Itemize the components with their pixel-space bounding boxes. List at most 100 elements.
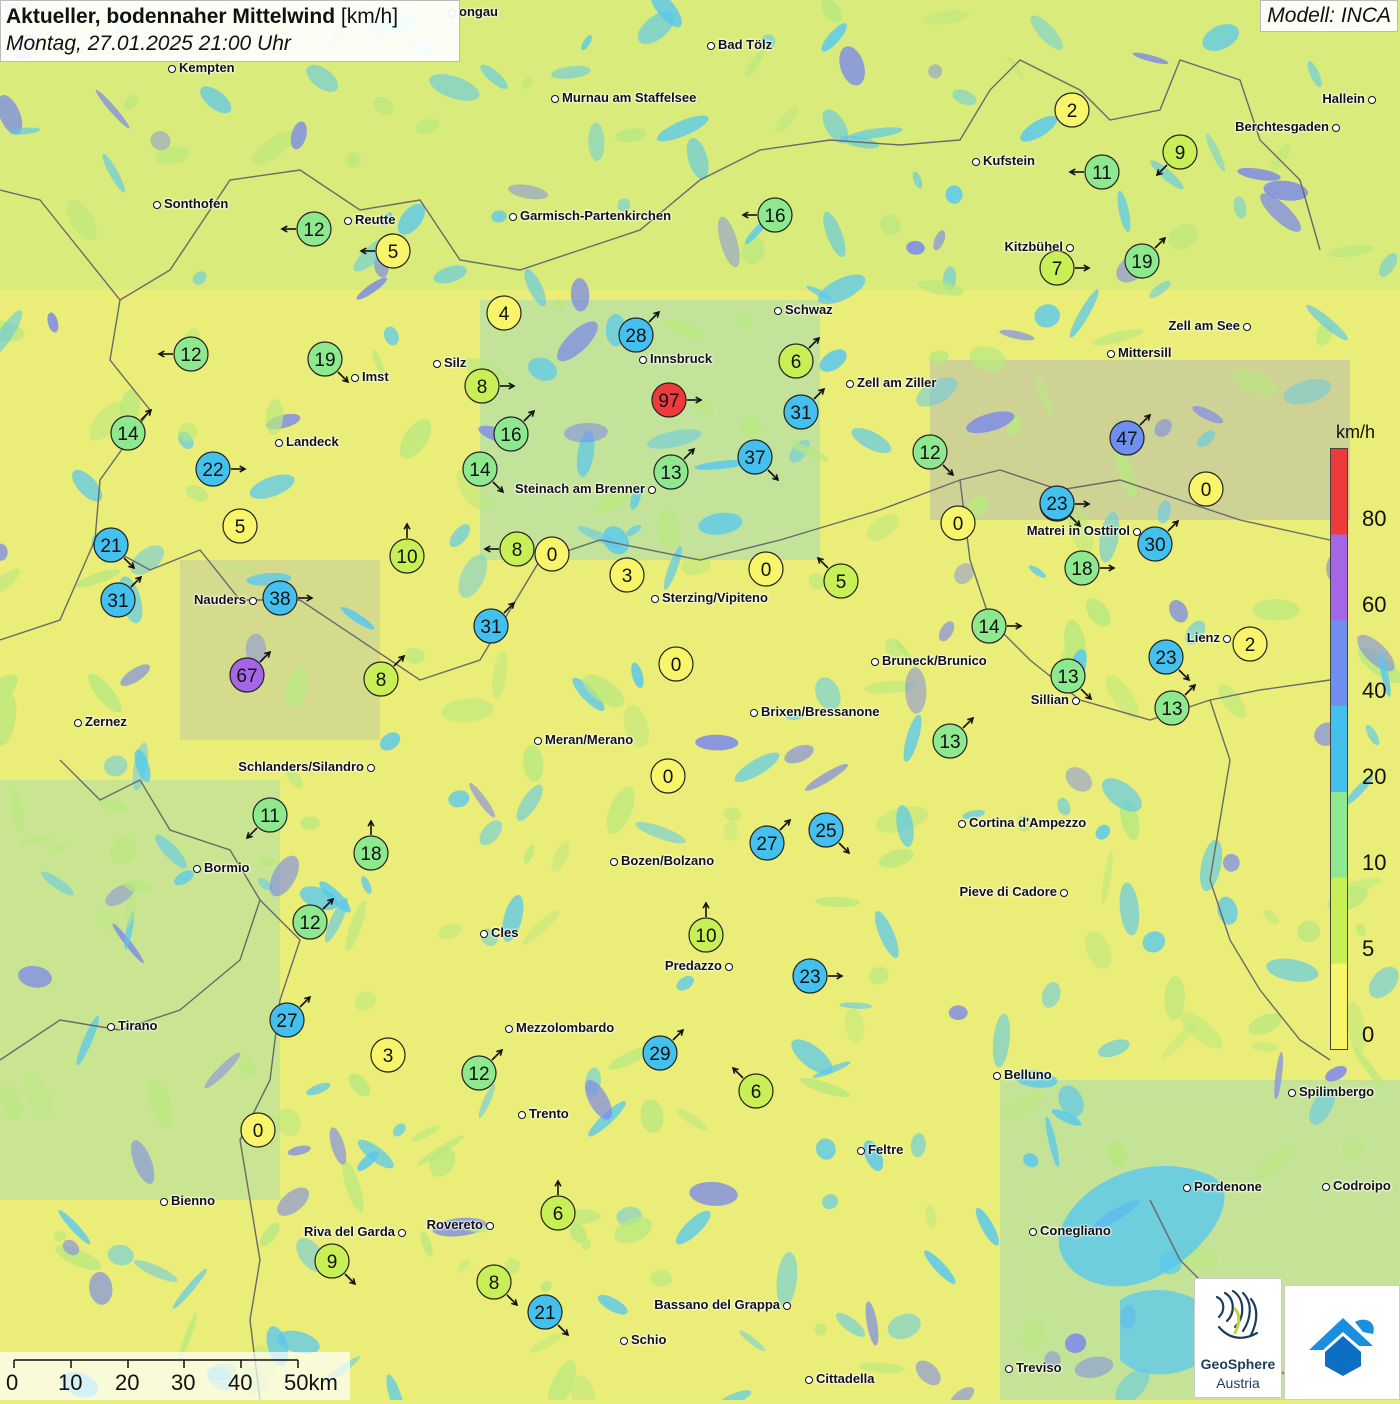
wind-speed-label: 30 bbox=[1144, 535, 1165, 556]
wind-speed-label: 97 bbox=[658, 391, 679, 412]
wind-station[interactable]: 0 bbox=[748, 551, 784, 587]
wind-speed-label: 38 bbox=[269, 589, 290, 610]
city-label: Hallein bbox=[1322, 91, 1365, 106]
city-marker-icon bbox=[871, 658, 879, 666]
wind-speed-label: 5 bbox=[235, 517, 246, 538]
wind-speed-label: 23 bbox=[799, 967, 820, 988]
city-label: Trento bbox=[529, 1106, 569, 1121]
city-marker-icon bbox=[846, 380, 854, 388]
wind-speed-label: 31 bbox=[107, 591, 128, 612]
city-marker-icon bbox=[958, 820, 966, 828]
wind-station[interactable]: 0 bbox=[940, 505, 976, 541]
home-logo[interactable] bbox=[1284, 1285, 1400, 1400]
scale-label-20: 20 bbox=[115, 1370, 140, 1395]
color-legend: km/h 80 60 40 20 10 5 0 bbox=[1328, 420, 1398, 1060]
city-label: Tirano bbox=[118, 1018, 158, 1033]
wind-speed-label: 6 bbox=[791, 352, 802, 373]
wind-station[interactable]: 5 bbox=[222, 508, 258, 544]
wind-speed-label: 0 bbox=[953, 514, 964, 535]
legend-tick-0: 0 bbox=[1362, 1022, 1375, 1047]
city-marker-icon bbox=[486, 1222, 494, 1230]
wind-speed-label: 27 bbox=[756, 834, 777, 855]
wind-station[interactable]: 2 bbox=[1054, 92, 1090, 128]
scale-label-10: 10 bbox=[58, 1370, 83, 1395]
city-label: Silz bbox=[444, 355, 467, 370]
wind-station[interactable]: 2 bbox=[1232, 626, 1268, 662]
wind-station[interactable]: 3 bbox=[609, 557, 645, 593]
wind-speed-label: 12 bbox=[468, 1064, 489, 1085]
wind-station[interactable]: 0 bbox=[650, 758, 686, 794]
city-marker-icon bbox=[193, 865, 201, 873]
wind-speed-label: 21 bbox=[100, 536, 121, 557]
wind-patch bbox=[948, 1005, 968, 1021]
wind-speed-label: 11 bbox=[260, 806, 280, 827]
legend-tick-20: 20 bbox=[1362, 764, 1387, 789]
city-marker-icon bbox=[480, 930, 488, 938]
home-arrow-icon bbox=[1309, 1318, 1374, 1376]
wind-station[interactable]: 4 bbox=[486, 295, 522, 331]
city-label: Nauders bbox=[193, 592, 246, 607]
legend-tick-60: 60 bbox=[1362, 592, 1387, 617]
logo-line1: GeoSphere bbox=[1200, 1356, 1276, 1372]
city-marker-icon bbox=[750, 709, 758, 717]
geosphere-logo[interactable]: GeoSphere Austria bbox=[1194, 1278, 1282, 1398]
city-marker-icon bbox=[774, 307, 782, 315]
scale-bar: 0 10 20 30 40 50km bbox=[0, 1352, 350, 1400]
city-marker-icon bbox=[351, 374, 359, 382]
wind-speed-label: 19 bbox=[1131, 252, 1152, 273]
wind-speed-label: 23 bbox=[1046, 494, 1067, 515]
wind-station[interactable]: 0 bbox=[658, 646, 694, 682]
wind-speed-label: 12 bbox=[180, 345, 201, 366]
wind-speed-label: 14 bbox=[978, 617, 1000, 638]
wind-station[interactable]: 3 bbox=[370, 1037, 406, 1073]
wind-speed-label: 37 bbox=[744, 448, 765, 469]
city-marker-icon bbox=[1332, 124, 1340, 132]
map-title: Aktueller, bodennaher Mittelwind [km/h] bbox=[6, 3, 454, 31]
wind-speed-label: 18 bbox=[360, 844, 381, 865]
wind-station[interactable]: 0 bbox=[240, 1112, 276, 1148]
city-marker-icon bbox=[783, 1302, 791, 1310]
city-label: Cles bbox=[491, 925, 519, 940]
city-label: Garmisch-Partenkirchen bbox=[520, 208, 672, 223]
city-label: Sillian bbox=[1030, 692, 1069, 707]
city-marker-icon bbox=[1223, 635, 1231, 643]
wind-speed-label: 0 bbox=[253, 1121, 264, 1142]
scale-label-0: 0 bbox=[6, 1370, 19, 1395]
city-label: Sonthofen bbox=[164, 196, 229, 211]
city-label: Murnau am Staffelsee bbox=[562, 90, 697, 105]
city-marker-icon bbox=[509, 213, 517, 221]
city-label: Meran/Merano bbox=[545, 732, 634, 747]
wind-zone bbox=[0, 780, 280, 1200]
city-label: Cittadella bbox=[816, 1371, 875, 1386]
wind-station[interactable]: 0 bbox=[1188, 471, 1224, 507]
city-marker-icon bbox=[398, 1229, 406, 1237]
city-marker-icon bbox=[505, 1025, 513, 1033]
map-title-main: Aktueller, bodennaher Mittelwind bbox=[6, 5, 336, 28]
city-label: Bienno bbox=[171, 1193, 216, 1208]
map-timestamp: Montag, 27.01.2025 21:00 Uhr bbox=[6, 32, 291, 55]
city-marker-icon bbox=[344, 217, 352, 225]
wind-speed-label: 16 bbox=[500, 425, 521, 446]
city-label: Steinach am Brenner bbox=[514, 481, 645, 496]
wind-speed-label: 0 bbox=[547, 545, 558, 566]
city-label: Zell am See bbox=[1168, 318, 1240, 333]
scale-label-40: 40 bbox=[228, 1370, 253, 1395]
wind-station[interactable]: 0 bbox=[534, 536, 570, 572]
city-marker-icon bbox=[367, 764, 375, 772]
city-label: Landeck bbox=[286, 434, 339, 449]
city-marker-icon bbox=[160, 1198, 168, 1206]
wind-speed-label: 13 bbox=[660, 463, 681, 484]
city-marker-icon bbox=[153, 201, 161, 209]
scale-bar-line bbox=[13, 1359, 299, 1368]
city-marker-icon bbox=[275, 439, 283, 447]
city-marker-icon bbox=[707, 42, 715, 50]
wind-speed-label: 9 bbox=[327, 1252, 338, 1273]
wind-speed-label: 0 bbox=[663, 767, 674, 788]
wind-speed-label: 18 bbox=[1071, 559, 1092, 580]
scale-label-50km: 50km bbox=[284, 1370, 338, 1395]
city-marker-icon bbox=[249, 597, 257, 605]
wind-patch bbox=[1252, 599, 1300, 621]
wind-speed-label: 7 bbox=[1052, 259, 1063, 280]
geosphere-emblem-icon bbox=[1215, 1289, 1259, 1339]
city-label: Bormio bbox=[204, 860, 250, 875]
